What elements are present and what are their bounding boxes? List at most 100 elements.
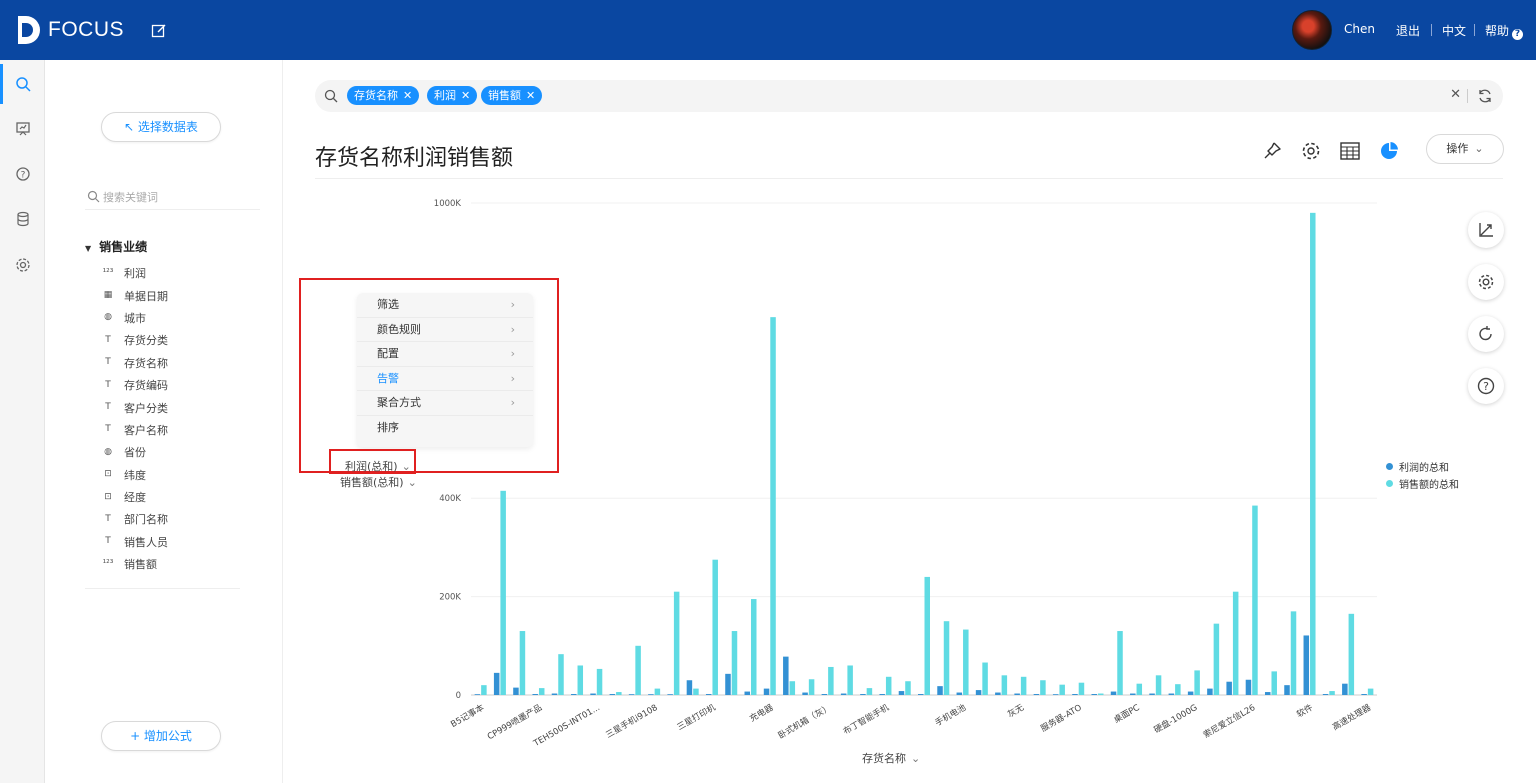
123-field-icon: ¹²³ bbox=[102, 558, 114, 569]
x-tick-label: 卧式机箱（灰） bbox=[776, 702, 833, 741]
profit-bar bbox=[1207, 688, 1213, 695]
sales-bar bbox=[1059, 684, 1065, 695]
sales-bar bbox=[712, 559, 718, 695]
chevron-down-icon: ⌄ bbox=[407, 476, 417, 489]
field-item[interactable]: T 客户分类 bbox=[101, 396, 271, 418]
text-field-icon: T bbox=[105, 513, 111, 524]
profit-bar bbox=[1342, 683, 1348, 695]
chevron-down-icon: ⌄ bbox=[401, 460, 411, 473]
question-icon[interactable]: ? bbox=[14, 165, 32, 183]
field-item[interactable]: T 存货编码 bbox=[101, 374, 271, 396]
search-icon[interactable] bbox=[14, 75, 32, 93]
profit-bar bbox=[975, 690, 982, 695]
measure-label: 利润(总和) bbox=[345, 460, 398, 473]
sales-bar bbox=[1329, 691, 1335, 695]
sales-bar bbox=[500, 490, 506, 695]
legend-item[interactable]: 销售额的总和 bbox=[1386, 475, 1459, 492]
profit-bar bbox=[1284, 685, 1290, 695]
field-label: 经度 bbox=[124, 491, 146, 505]
profit-bar bbox=[590, 693, 596, 695]
x-tick-label: 桌面PC bbox=[1112, 702, 1142, 726]
field-item[interactable]: T 客户名称 bbox=[101, 419, 271, 441]
x-tick-label: 布丁智能手机 bbox=[841, 702, 891, 737]
dashboard-icon[interactable] bbox=[14, 120, 32, 138]
language-switch[interactable]: 中文 bbox=[1442, 22, 1466, 39]
gear-icon[interactable] bbox=[14, 256, 32, 274]
sales-bar bbox=[1078, 682, 1085, 695]
logout-link[interactable]: 退出 bbox=[1396, 22, 1420, 39]
sales-bar bbox=[577, 665, 584, 695]
field-item[interactable]: ¹²³ 销售额 bbox=[101, 553, 271, 575]
profit-bar bbox=[628, 694, 635, 695]
sales-bar bbox=[558, 654, 564, 695]
field-item[interactable]: ¹²³ 利润 bbox=[101, 262, 271, 284]
caret-down-icon: ▼ bbox=[85, 244, 92, 253]
geo-field-icon: ◍ bbox=[104, 446, 112, 457]
field-item[interactable]: T 存货分类 bbox=[101, 329, 271, 351]
x-tick-label: B5记事本 bbox=[449, 702, 487, 730]
x-tick-label: 服务器-ATO bbox=[1039, 702, 1084, 734]
table-group-header[interactable]: ▼ 销售业绩 bbox=[85, 238, 147, 255]
field-item[interactable]: ▦ 单据日期 bbox=[101, 284, 271, 306]
select-table-button[interactable]: ↖ 选择数据表 bbox=[101, 112, 221, 142]
sales-bar bbox=[847, 665, 853, 695]
text-field-icon: T bbox=[105, 424, 111, 435]
x-tick-label: 手机电池 bbox=[933, 702, 968, 729]
divider bbox=[1431, 24, 1432, 36]
text-field-icon: T bbox=[105, 402, 111, 413]
group-label: 销售业绩 bbox=[99, 240, 148, 254]
text-field-icon: T bbox=[105, 536, 111, 547]
profit-bar bbox=[1014, 693, 1020, 695]
sales-bar bbox=[982, 662, 988, 695]
legend-item[interactable]: 利润的总和 bbox=[1386, 458, 1459, 475]
database-icon[interactable] bbox=[14, 210, 32, 228]
sales-bar bbox=[1117, 631, 1123, 695]
profit-bar bbox=[802, 692, 808, 695]
text-field-icon: T bbox=[105, 379, 111, 390]
profit-bar bbox=[1130, 693, 1136, 695]
help-link[interactable]: 帮助? bbox=[1485, 22, 1524, 40]
field-item[interactable]: T 销售人员 bbox=[101, 531, 271, 553]
keyword-search-input[interactable]: 搜索关键词 bbox=[85, 184, 260, 210]
search-icon bbox=[87, 190, 100, 203]
top-bar: FOCUS Chen 退出 中文 帮助? bbox=[0, 0, 1536, 60]
field-label: 部门名称 bbox=[124, 513, 168, 527]
x-tick-label: 高速处理器 bbox=[1331, 702, 1374, 733]
sales-bar bbox=[866, 688, 873, 695]
profit-bar bbox=[725, 673, 731, 695]
field-item[interactable]: T 部门名称 bbox=[101, 508, 271, 530]
avatar[interactable] bbox=[1292, 10, 1332, 50]
edit-icon[interactable] bbox=[150, 22, 168, 40]
coord-field-icon: ⊡ bbox=[104, 491, 112, 502]
profit-bar bbox=[937, 686, 943, 695]
add-formula-button[interactable]: + 增加公式 bbox=[101, 721, 221, 751]
field-label: 存货名称 bbox=[124, 356, 168, 370]
profit-bar bbox=[1303, 635, 1310, 695]
x-tick-label: 软件 bbox=[1295, 702, 1316, 720]
profit-bar bbox=[551, 693, 558, 695]
sales-bar bbox=[1367, 688, 1374, 695]
sales-bar bbox=[1348, 613, 1355, 695]
x-axis-title[interactable]: 存货名称 ⌄ bbox=[862, 750, 920, 766]
y-tick-label: 400K bbox=[439, 494, 461, 504]
profit-bar bbox=[879, 694, 885, 695]
sales-bar bbox=[654, 688, 661, 695]
profit-bar bbox=[783, 656, 789, 695]
profit-bar bbox=[1033, 694, 1040, 695]
sales-bar bbox=[751, 599, 757, 695]
field-item[interactable]: T 存货名称 bbox=[101, 352, 271, 374]
field-item[interactable]: ◍ 城市 bbox=[101, 307, 271, 329]
field-item[interactable]: ◍ 省份 bbox=[101, 441, 271, 463]
profit-bar bbox=[1072, 694, 1078, 695]
profit-bar bbox=[1091, 694, 1097, 695]
measure-profit-dropdown[interactable]: 利润(总和) ⌄ bbox=[345, 458, 411, 474]
brand-logo[interactable]: FOCUS bbox=[16, 14, 124, 46]
field-item[interactable]: ⊡ 纬度 bbox=[101, 464, 271, 486]
user-name[interactable]: Chen bbox=[1344, 22, 1375, 36]
profit-bar bbox=[571, 694, 577, 695]
field-label: 客户名称 bbox=[124, 423, 168, 437]
field-item[interactable]: ⊡ 经度 bbox=[101, 486, 271, 508]
x-tick-label: 充电器 bbox=[748, 702, 776, 725]
divider bbox=[85, 588, 240, 589]
measure-sales-dropdown[interactable]: 销售额(总和) ⌄ bbox=[340, 474, 417, 490]
